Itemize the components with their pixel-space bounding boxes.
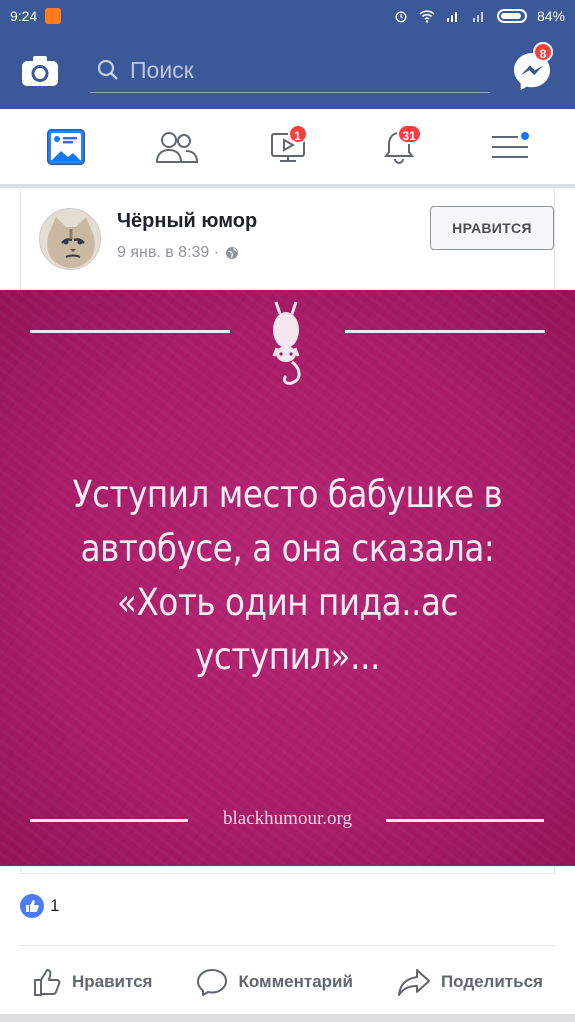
post-image[interactable]: Уступил место бабушке в автобусе, а она …: [0, 290, 575, 866]
post-card: Чёрный юмор 9 янв. в 8:39 · НРАВИТСЯ Уст…: [0, 188, 575, 1022]
top-bar: Поиск 8: [0, 32, 575, 109]
tab-friends[interactable]: [147, 122, 207, 172]
page-name[interactable]: Чёрный юмор: [117, 210, 257, 233]
grumpy-cat-avatar: [40, 209, 100, 269]
battery-percent: 84%: [536, 8, 565, 24]
share-icon: [397, 969, 430, 996]
tab-notifications[interactable]: 31: [369, 122, 429, 172]
reactions-summary[interactable]: 1: [20, 894, 59, 918]
like-button[interactable]: Нравится: [32, 967, 153, 997]
actions-divider: [20, 945, 555, 946]
wifi-icon: [419, 10, 435, 23]
menu-icon: [491, 131, 529, 158]
tab-news-feed[interactable]: [36, 122, 96, 172]
post-meta: 9 янв. в 8:39 ·: [117, 244, 239, 262]
top-rule-left: [30, 330, 230, 333]
next-post-divider: [0, 1014, 575, 1022]
status-time: 9:24: [10, 8, 38, 24]
like-reaction-icon: [20, 894, 44, 918]
comment-label: Комментарий: [238, 972, 353, 991]
globe-icon: [226, 247, 239, 259]
post-bottom-border: [20, 866, 555, 874]
like-page-button[interactable]: НРАВИТСЯ: [430, 206, 554, 250]
post-actions: Нравится Комментарий Поделиться: [0, 960, 575, 1004]
watermark: blackhumour.org: [223, 808, 352, 829]
search-input[interactable]: Поиск: [90, 49, 490, 93]
tab-watch[interactable]: 1: [258, 122, 318, 172]
thumbs-up-icon: [33, 969, 61, 996]
watch-badge: 1: [287, 123, 308, 144]
camera-button[interactable]: [18, 49, 62, 93]
nav-tabs: 1 31: [0, 109, 575, 185]
hanging-cat-icon: [272, 301, 301, 385]
likes-count: 1: [50, 896, 60, 915]
news-feed-icon: [46, 128, 85, 165]
status-bar: 9:24 84%: [0, 0, 575, 32]
post-header: Чёрный юмор 9 янв. в 8:39 · НРАВИТСЯ: [20, 188, 555, 290]
post-quote: Уступил место бабушке в автобусе, а она …: [72, 473, 503, 678]
battery-icon: [496, 9, 527, 23]
top-rule-right: [345, 330, 545, 333]
share-label: Поделиться: [440, 972, 543, 991]
comment-button[interactable]: Комментарий: [196, 967, 353, 997]
app-notification-icon: [45, 8, 62, 24]
post-timestamp[interactable]: 9 янв. в 8:39 ·: [117, 244, 219, 262]
signal-icon: [446, 12, 457, 22]
comment-icon: [197, 969, 228, 996]
notifications-badge: 31: [396, 123, 422, 144]
messenger-button[interactable]: 8: [511, 42, 553, 92]
messenger-badge: 8: [533, 42, 553, 62]
search-placeholder: Поиск: [130, 56, 194, 83]
friends-icon: [155, 131, 198, 163]
search-icon: [97, 59, 118, 80]
share-button[interactable]: Поделиться: [397, 967, 543, 997]
page-avatar[interactable]: [39, 208, 101, 270]
like-label: Нравится: [71, 972, 153, 991]
alarm-icon: [395, 11, 407, 23]
tab-menu[interactable]: [480, 122, 540, 172]
signal-icon-2: [472, 12, 483, 22]
camera-icon: [22, 55, 58, 86]
